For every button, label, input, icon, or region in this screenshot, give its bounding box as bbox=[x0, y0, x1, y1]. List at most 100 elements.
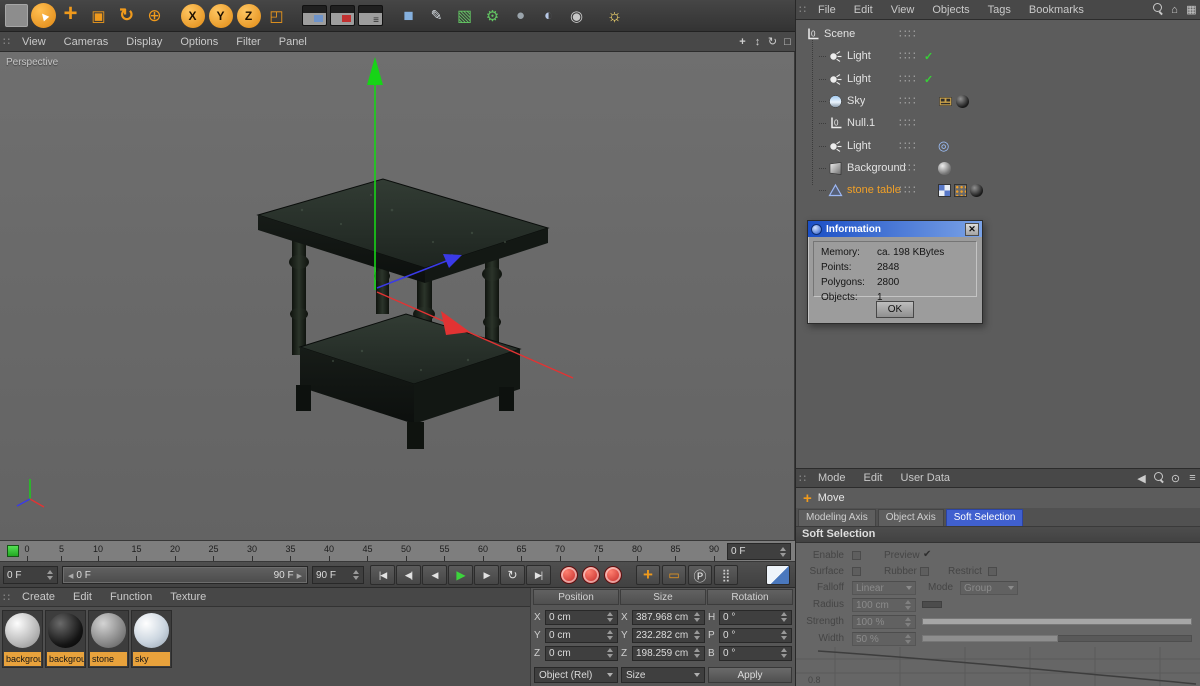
material-item[interactable]: sky bbox=[131, 610, 172, 668]
display-mode-button[interactable] bbox=[766, 565, 790, 585]
render-view-icon[interactable] bbox=[301, 2, 328, 29]
current-frame-marker[interactable] bbox=[7, 545, 19, 557]
close-icon[interactable]: ✕ bbox=[965, 222, 979, 236]
size-z-field[interactable]: 198.259 cm bbox=[632, 645, 705, 661]
goto-start-button[interactable] bbox=[370, 565, 395, 585]
visibility-dots-icon[interactable] bbox=[899, 161, 915, 175]
add-primitive-icon[interactable] bbox=[395, 2, 422, 29]
falloff-dropdown[interactable]: Linear bbox=[852, 581, 916, 595]
spinner-icon[interactable] bbox=[45, 567, 54, 583]
material-name[interactable]: sky bbox=[133, 652, 170, 666]
visibility-dots-icon[interactable] bbox=[899, 116, 915, 130]
material-item[interactable]: background bbox=[2, 610, 43, 668]
range-end-arrow-icon[interactable] bbox=[294, 570, 302, 581]
menu-edit[interactable]: Edit bbox=[64, 591, 101, 603]
falloff-curve-graph[interactable]: 0.8 bbox=[796, 647, 1200, 686]
selection-tag-icon[interactable] bbox=[954, 183, 967, 197]
search-icon[interactable] bbox=[1150, 471, 1167, 486]
menu-texture[interactable]: Texture bbox=[161, 591, 215, 603]
spinner-icon[interactable] bbox=[903, 633, 912, 645]
tree-item-background[interactable]: Background bbox=[796, 157, 1200, 179]
spinner-icon[interactable] bbox=[692, 611, 701, 624]
menu-display[interactable]: Display bbox=[117, 36, 171, 48]
panel-grip-icon[interactable] bbox=[0, 588, 13, 606]
restrict-checkbox[interactable] bbox=[988, 567, 997, 576]
frame-range-slider[interactable]: 0 F 90 F bbox=[62, 566, 308, 584]
menu-options[interactable]: Options bbox=[171, 36, 227, 48]
menu-icon[interactable]: ≡ bbox=[1184, 472, 1200, 484]
layer-grid-icon[interactable]: ▦ bbox=[1183, 3, 1200, 16]
add-light-icon[interactable] bbox=[601, 2, 628, 29]
panel-grip-icon[interactable] bbox=[796, 469, 809, 487]
menu-objects[interactable]: Objects bbox=[923, 4, 978, 16]
position-z-field[interactable]: 0 cm bbox=[545, 645, 618, 661]
gizmo-x-arrow[interactable] bbox=[441, 311, 470, 335]
surface-checkbox[interactable] bbox=[852, 567, 861, 576]
range-start-arrow-icon[interactable] bbox=[68, 570, 76, 581]
menu-edit[interactable]: Edit bbox=[845, 4, 882, 16]
menu-function[interactable]: Function bbox=[101, 591, 161, 603]
menu-view[interactable]: View bbox=[13, 36, 55, 48]
material-tag-icon[interactable] bbox=[956, 94, 969, 108]
tree-item-light[interactable]: Light bbox=[796, 135, 1200, 157]
goto-end-button[interactable] bbox=[526, 565, 551, 585]
enable-checkbox[interactable] bbox=[852, 551, 861, 560]
add-modeling-object-icon[interactable] bbox=[479, 2, 506, 29]
tab-soft-selection[interactable]: Soft Selection bbox=[945, 509, 1024, 526]
spinner-icon[interactable] bbox=[605, 647, 614, 660]
menu-user-data[interactable]: User Data bbox=[892, 472, 960, 484]
spinner-icon[interactable] bbox=[692, 629, 701, 642]
add-nurbs-icon[interactable] bbox=[451, 2, 478, 29]
toggle-view-icon[interactable] bbox=[780, 36, 795, 48]
home-icon[interactable]: ⌂ bbox=[1166, 4, 1183, 16]
tree-item-light[interactable]: Light bbox=[796, 45, 1200, 67]
material-name[interactable]: stone bbox=[90, 652, 127, 666]
size-x-field[interactable]: 387.968 cm bbox=[632, 609, 705, 625]
target-tag-icon[interactable] bbox=[938, 138, 949, 154]
tab-modeling-axis[interactable]: Modeling Axis bbox=[798, 509, 876, 526]
add-camera-icon[interactable] bbox=[563, 2, 590, 29]
spinner-icon[interactable] bbox=[779, 629, 788, 642]
spinner-icon[interactable] bbox=[778, 544, 787, 559]
strength-slider[interactable] bbox=[922, 618, 1192, 625]
lock-z-axis-icon[interactable]: Z bbox=[236, 3, 261, 28]
tree-item-null1[interactable]: 0 Null.1 bbox=[796, 112, 1200, 134]
menu-create[interactable]: Create bbox=[13, 591, 64, 603]
width-field[interactable]: 50 % bbox=[852, 632, 916, 646]
dialog-titlebar[interactable]: Information ✕ bbox=[808, 221, 982, 237]
pan-view-icon[interactable] bbox=[735, 36, 750, 48]
spinner-icon[interactable] bbox=[779, 611, 788, 624]
tree-item-light[interactable]: Light bbox=[796, 68, 1200, 90]
max-frame-field[interactable]: 0 F bbox=[727, 543, 791, 560]
menu-tags[interactable]: Tags bbox=[979, 4, 1020, 16]
radius-slider[interactable] bbox=[922, 601, 942, 608]
panel-grip-icon[interactable] bbox=[0, 32, 13, 51]
spinner-icon[interactable] bbox=[351, 567, 360, 583]
radius-field[interactable]: 100 cm bbox=[852, 598, 916, 612]
render-active-view-icon[interactable] bbox=[329, 2, 356, 29]
spinner-icon[interactable] bbox=[903, 616, 912, 628]
ok-button[interactable]: OK bbox=[876, 301, 914, 318]
search-icon[interactable] bbox=[1149, 2, 1166, 17]
range-handle[interactable]: 0 F 90 F bbox=[63, 567, 307, 583]
rotation-h-field[interactable]: 0 ° bbox=[719, 609, 792, 625]
material-preview-sphere[interactable] bbox=[5, 613, 40, 648]
lock-icon[interactable]: ⊙ bbox=[1167, 472, 1184, 485]
loop-button[interactable] bbox=[500, 565, 525, 585]
rotate-tool-icon[interactable] bbox=[113, 2, 140, 29]
visibility-dots-icon[interactable] bbox=[899, 72, 915, 86]
material-preview-sphere[interactable] bbox=[91, 613, 126, 648]
record-parameter-button[interactable] bbox=[604, 566, 622, 584]
tree-item-stone-table[interactable]: stone table bbox=[796, 179, 1200, 201]
keyframe-pla-toggle[interactable] bbox=[714, 565, 738, 585]
record-position-button[interactable] bbox=[582, 566, 600, 584]
visibility-dots-icon[interactable] bbox=[899, 49, 915, 63]
enabled-check-icon[interactable] bbox=[924, 73, 933, 86]
rotation-p-field[interactable]: 0 ° bbox=[719, 627, 792, 643]
preview-check-icon[interactable] bbox=[923, 549, 931, 560]
mode-dropdown[interactable]: Group bbox=[960, 581, 1018, 595]
apply-button[interactable]: Apply bbox=[708, 667, 792, 683]
rotate-view-icon[interactable] bbox=[765, 35, 780, 48]
next-frame-button[interactable] bbox=[474, 565, 499, 585]
strength-field[interactable]: 100 % bbox=[852, 615, 916, 629]
